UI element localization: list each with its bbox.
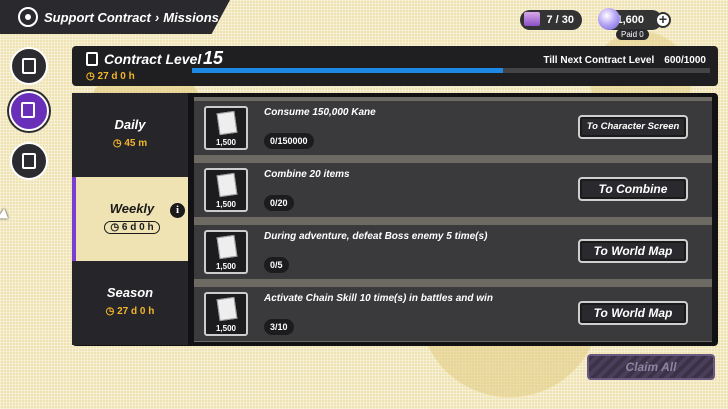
clock-icon: ◷ xyxy=(105,306,115,317)
mission-row: 1,500 Combine 20 items 0/20 To Combine xyxy=(194,163,712,217)
next-level-value: 600/1000 xyxy=(664,55,706,66)
contract-ticket-counter: 7 / 30 xyxy=(520,10,582,30)
contract-ticket-icon xyxy=(216,110,238,136)
missions-panel: Daily ◷ 45 m Weekly ◷ 6 d 0 h Season ◷ 2… xyxy=(72,93,718,346)
contract-edit-icon[interactable] xyxy=(9,91,49,131)
contract-ticket-icon xyxy=(216,172,238,198)
mission-row: 1,500 Activate Chain Skill 10 time(s) in… xyxy=(194,287,712,341)
go-to-character-screen-button[interactable]: To Character Screen xyxy=(578,115,688,139)
reward-item[interactable]: 1,500 xyxy=(204,230,248,274)
reward-amount: 1,500 xyxy=(215,324,237,333)
contract-header: Contract Level 15 ◷ 27 d 0 h Till Next C… xyxy=(72,46,718,86)
contract-ticket-icon xyxy=(216,296,238,322)
contract-ticket-icon xyxy=(524,12,540,26)
paid-badge: Paid 0 xyxy=(616,29,649,40)
mission-text: Activate Chain Skill 10 time(s) in battl… xyxy=(264,293,493,304)
reward-amount: 1,500 xyxy=(215,262,237,271)
contract-level-value: 15 xyxy=(203,48,224,68)
mission-text: During adventure, defeat Boss enemy 5 ti… xyxy=(264,231,488,242)
shop-search-icon[interactable] xyxy=(10,142,48,180)
chevron-right-icon: › xyxy=(154,9,160,25)
breadcrumb: Support Contract › Missions xyxy=(44,10,219,25)
tab-season[interactable]: Season ◷ 27 d 0 h xyxy=(72,261,188,345)
mission-row: 1,500 During adventure, defeat Boss enem… xyxy=(194,225,712,279)
contract-progress-bar xyxy=(192,68,710,73)
info-icon[interactable]: i xyxy=(170,203,185,218)
mission-list-icon[interactable] xyxy=(10,47,48,85)
mission-progress: 0/150000 xyxy=(264,133,314,149)
mission-progress: 0/20 xyxy=(264,195,294,211)
clock-icon: ◷ xyxy=(86,71,95,82)
contract-time-value: 27 d 0 h xyxy=(97,71,135,82)
tab-label: Daily xyxy=(114,117,146,132)
mission-progress: 3/10 xyxy=(264,319,294,335)
tab-label: Season xyxy=(106,285,154,300)
tab-time: ◷ 27 d 0 h xyxy=(72,306,188,317)
reward-item[interactable]: 1,500 xyxy=(204,168,248,212)
go-to-combine-button[interactable]: To Combine xyxy=(578,177,688,201)
next-level-info: Till Next Contract Level 600/1000 xyxy=(543,55,706,66)
clock-icon: ◷ xyxy=(110,222,120,233)
tab-time: ◷ 45 m xyxy=(72,138,188,149)
document-icon xyxy=(86,52,98,66)
tab-time-value: 6 d 0 h xyxy=(121,222,154,233)
clock-icon: ◷ xyxy=(112,138,122,149)
tab-time-value: 45 m xyxy=(124,138,148,149)
tab-daily[interactable]: Daily ◷ 45 m xyxy=(72,93,188,177)
mission-text: Consume 150,000 Kane xyxy=(264,107,376,118)
contract-ticket-value: 7 / 30 xyxy=(546,14,574,26)
gem-counter: 1,600 xyxy=(598,8,662,30)
gem-icon xyxy=(598,8,620,30)
reward-item[interactable]: 1,500 xyxy=(204,292,248,336)
paid-value: 0 xyxy=(639,30,644,39)
gem-value: 1,600 xyxy=(616,14,644,26)
claim-all-button[interactable]: Claim All xyxy=(587,354,715,380)
mission-row: 1,500 Consume 150,000 Kane 0/150000 To C… xyxy=(194,101,712,155)
mission-text: Combine 20 items xyxy=(264,169,350,180)
tab-weekly[interactable]: Weekly ◷ 6 d 0 h xyxy=(72,177,188,261)
logo-icon xyxy=(18,7,38,27)
go-to-world-map-button[interactable]: To World Map xyxy=(578,301,688,325)
paid-label: Paid xyxy=(621,30,638,39)
reward-item[interactable]: 1,500 xyxy=(204,106,248,150)
plus-icon[interactable]: + xyxy=(655,12,671,28)
breadcrumb-page: Missions xyxy=(163,9,219,25)
contract-level-label: Contract Level xyxy=(104,51,202,67)
contract-ticket-icon xyxy=(216,234,238,260)
next-level-label: Till Next Contract Level xyxy=(543,55,655,66)
top-bar: Support Contract › Missions xyxy=(0,0,230,34)
contract-progress-fill xyxy=(192,68,503,73)
tab-time-value: 27 d 0 h xyxy=(117,306,155,317)
contract-time-remaining: ◷ 27 d 0 h xyxy=(86,71,135,82)
reward-amount: 1,500 xyxy=(215,200,237,209)
mission-progress: 0/5 xyxy=(264,257,289,273)
go-to-world-map-button[interactable]: To World Map xyxy=(578,239,688,263)
reward-amount: 1,500 xyxy=(215,138,237,147)
tab-time: ◷ 6 d 0 h xyxy=(76,221,188,234)
breadcrumb-section[interactable]: Support Contract xyxy=(44,10,151,25)
mission-list: 1,500 Consume 150,000 Kane 0/150000 To C… xyxy=(194,97,712,342)
